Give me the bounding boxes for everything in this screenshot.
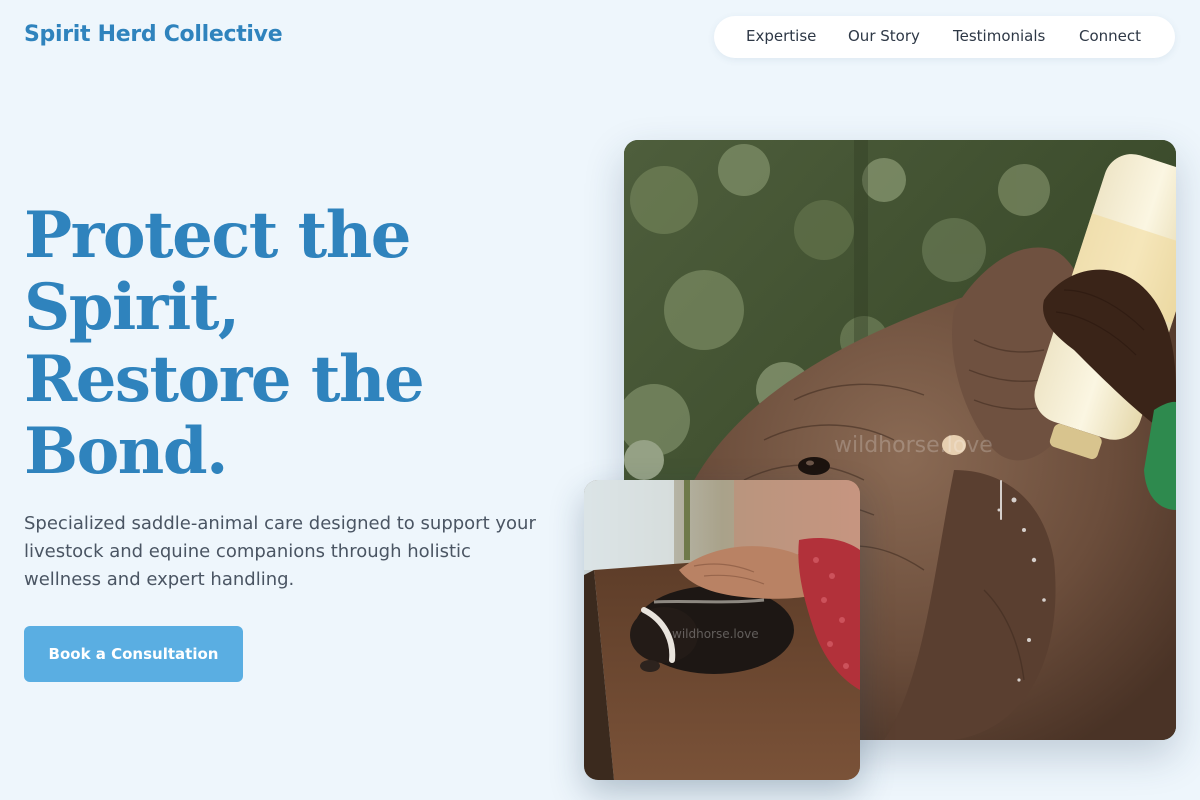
- brand-logo-text[interactable]: Spirit Herd Collective: [24, 22, 283, 47]
- hero-headline: Protect the Spirit, Restore the Bond.: [24, 198, 425, 489]
- headline-line-3: Restore the: [24, 342, 425, 417]
- nav-item-connect[interactable]: Connect: [1079, 27, 1141, 45]
- headline-line-1: Protect the: [24, 198, 411, 273]
- main-photo-watermark: wildhorse.love: [834, 433, 993, 458]
- animal-petting-photo: wildhorse.love: [584, 480, 860, 780]
- top-nav: Expertise Our Story Testimonials Connect: [714, 16, 1175, 58]
- animal-petting-illustration: wildhorse.love: [584, 480, 860, 780]
- nav-item-testimonials[interactable]: Testimonials: [953, 27, 1045, 45]
- headline-line-4: Bond.: [24, 414, 228, 489]
- small-photo-watermark: wildhorse.love: [672, 627, 759, 641]
- headline-line-2: Spirit,: [24, 270, 240, 345]
- nav-item-our-story[interactable]: Our Story: [848, 27, 920, 45]
- nav-item-expertise[interactable]: Expertise: [746, 27, 816, 45]
- book-consultation-button[interactable]: Book a Consultation: [24, 626, 243, 682]
- hero-subtext: Specialized saddle-animal care designed …: [24, 513, 536, 590]
